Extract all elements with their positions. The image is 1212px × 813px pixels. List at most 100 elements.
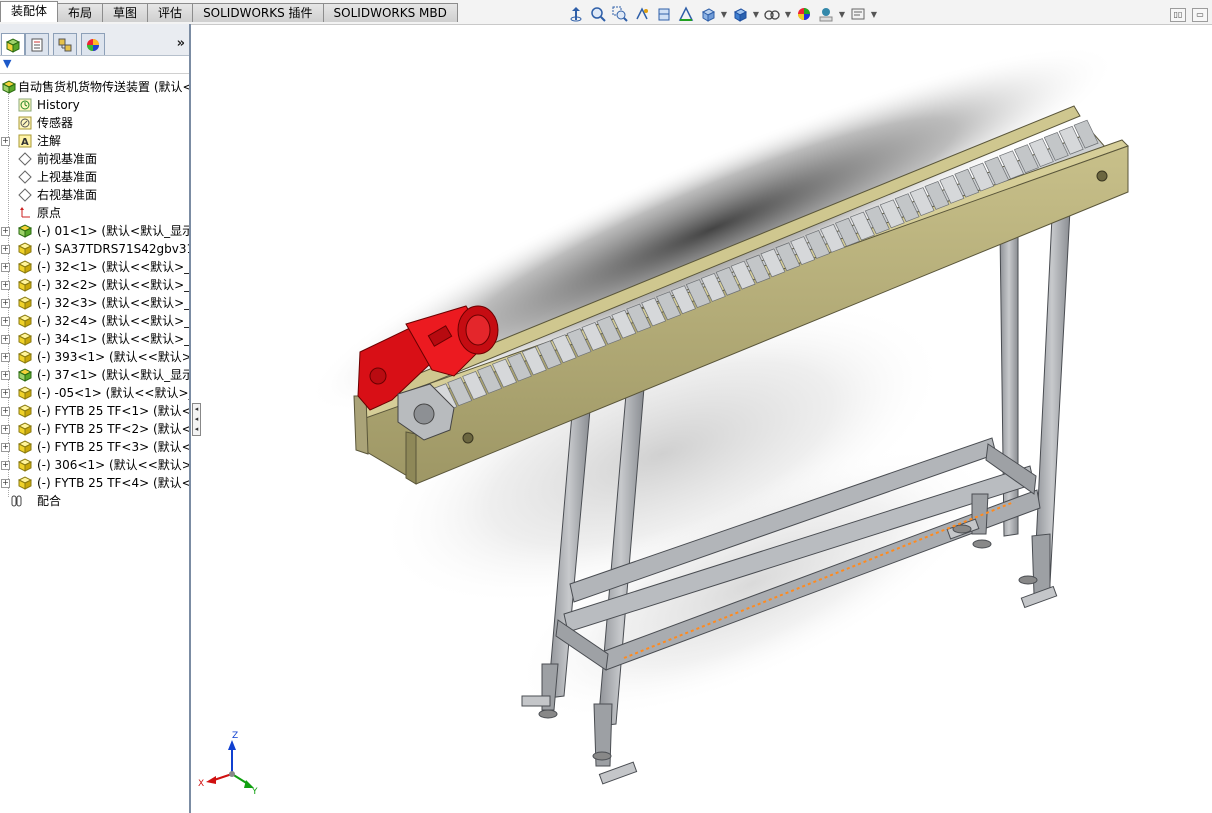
tree-item-label: (-) 32<1> (默认<<默认>_显 [37, 260, 189, 274]
chevron-down-icon[interactable]: ▼ [752, 10, 760, 19]
subassembly-icon [17, 367, 33, 383]
display-style-icon[interactable] [730, 5, 750, 23]
part-icon [17, 349, 33, 365]
part-icon [17, 313, 33, 329]
tree-item-component[interactable]: + (-) FYTB 25 TF<4> (默认<< [0, 474, 189, 492]
part-icon [17, 295, 33, 311]
hide-show-items-icon[interactable] [762, 5, 782, 23]
tree-item-history[interactable]: History [0, 96, 189, 114]
tab-solidworks-addins[interactable]: SOLIDWORKS 插件 [192, 3, 324, 22]
tree-item-component[interactable]: + (-) 306<1> (默认<<默认>_显 [0, 456, 189, 474]
tree-item-component[interactable]: + (-) 393<1> (默认<<默认>_显 [0, 348, 189, 366]
tree-item-front-plane[interactable]: 前视基准面 [0, 150, 189, 168]
view-orientation-dropdown-icon[interactable] [698, 5, 718, 23]
tree-item-component[interactable]: + (-) 32<4> (默认<<默认>_显 [0, 312, 189, 330]
tree-item-component[interactable]: + (-) SA37TDRS71S42gbv31c [0, 240, 189, 258]
graphics-area[interactable]: Z X Y [192, 24, 1212, 813]
edit-appearance-icon[interactable] [794, 5, 814, 23]
expand-tabs-icon[interactable]: » [177, 36, 185, 51]
expand-toggle-icon[interactable]: + [1, 335, 10, 344]
tree-item-label: (-) 393<1> (默认<<默认>_显 [37, 350, 189, 364]
svg-text:A: A [21, 137, 29, 148]
expand-toggle-icon[interactable]: + [1, 353, 10, 362]
display-manager-tab-icon[interactable] [81, 33, 105, 55]
tree-item-component[interactable]: + (-) FYTB 25 TF<2> (默认<< [0, 420, 189, 438]
expand-toggle-icon[interactable]: + [1, 137, 10, 146]
expand-toggle-icon[interactable]: + [1, 425, 10, 434]
view-orientation-icon[interactable] [566, 5, 586, 23]
restore-window-icon[interactable]: ▯▯ [1170, 8, 1186, 22]
view-settings-icon[interactable] [848, 5, 868, 23]
chevron-down-icon[interactable]: ▼ [870, 10, 878, 19]
tree-item-component[interactable]: + (-) 32<3> (默认<<默认>_显 [0, 294, 189, 312]
tree-item-mates[interactable]: 配合 [0, 492, 189, 510]
plane-icon [17, 169, 33, 185]
tab-evaluate[interactable]: 评估 [147, 3, 194, 22]
tree-item-top-plane[interactable]: 上视基准面 [0, 168, 189, 186]
maximize-window-icon[interactable]: ▭ [1192, 8, 1208, 22]
tree-item-component[interactable]: + (-) FYTB 25 TF<3> (默认<< [0, 438, 189, 456]
expand-toggle-icon[interactable]: + [1, 407, 10, 416]
tree-item-component[interactable]: + (-) 37<1> (默认<默认_显示状 [0, 366, 189, 384]
expand-toggle-icon[interactable]: + [1, 227, 10, 236]
tree-item-label: 原点 [37, 206, 62, 220]
tab-layout[interactable]: 布局 [57, 3, 104, 22]
tree-item-component[interactable]: + (-) 32<1> (默认<<默认>_显 [0, 258, 189, 276]
expand-toggle-icon[interactable]: + [1, 281, 10, 290]
tree-item-component[interactable]: + (-) FYTB 25 TF<1> (默认<< [0, 402, 189, 420]
expand-toggle-icon[interactable]: + [1, 443, 10, 452]
property-manager-tab-icon[interactable] [25, 33, 49, 55]
tab-solidworks-mbd[interactable]: SOLIDWORKS MBD [322, 3, 458, 22]
filter-icon[interactable]: ▼ [3, 57, 11, 70]
tree-item-component[interactable]: + (-) 32<2> (默认<<默认>_显 [0, 276, 189, 294]
tree-item-component[interactable]: + (-) -05<1> (默认<<默认>_显 [0, 384, 189, 402]
tab-sketch[interactable]: 草图 [102, 3, 149, 22]
tree-item-label: (-) 37<1> (默认<默认_显示状 [37, 368, 189, 382]
tree-root-assembly[interactable]: 自动售货机货物传送装置 (默认< [0, 78, 189, 96]
tree-item-annotations[interactable]: + A 注解 [0, 132, 189, 150]
expand-toggle-icon[interactable]: + [1, 461, 10, 470]
part-icon [17, 277, 33, 293]
expand-toggle-icon[interactable]: + [1, 245, 10, 254]
tab-assembly[interactable]: 装配体 [0, 1, 59, 22]
tree-item-component[interactable]: + (-) 34<1> (默认<<默认>_显 [0, 330, 189, 348]
annotation-icon: A [17, 133, 33, 149]
part-icon [17, 331, 33, 347]
feature-manager-tab-icon[interactable] [1, 33, 25, 55]
zoom-to-fit-icon[interactable] [588, 5, 608, 23]
tree-filter-row[interactable]: ▼ [0, 56, 189, 74]
tree-item-label: (-) FYTB 25 TF<1> (默认<< [37, 404, 189, 418]
expand-toggle-icon[interactable]: + [1, 371, 10, 380]
sensor-icon [17, 115, 33, 131]
tree-item-label: 右视基准面 [37, 188, 98, 202]
previous-view-icon[interactable] [632, 5, 652, 23]
tree-item-origin[interactable]: 原点 [0, 204, 189, 222]
expand-toggle-icon[interactable]: + [1, 263, 10, 272]
tree-item-sensors[interactable]: 传感器 [0, 114, 189, 132]
part-icon [17, 259, 33, 275]
chevron-down-icon[interactable]: ▼ [784, 10, 792, 19]
expand-toggle-icon[interactable]: + [1, 389, 10, 398]
expand-toggle-icon[interactable]: + [1, 317, 10, 326]
zoom-to-area-icon[interactable] [610, 5, 630, 23]
tree-item-label: (-) FYTB 25 TF<4> (默认<< [37, 476, 189, 490]
model-canvas: Z X Y [198, 45, 1129, 797]
configuration-manager-tab-icon[interactable] [53, 33, 77, 55]
chevron-down-icon[interactable]: ▼ [720, 10, 728, 19]
manager-tabs: » [0, 24, 189, 56]
section-view-icon[interactable] [654, 5, 674, 23]
tree-item-label: (-) SA37TDRS71S42gbv31c [37, 242, 189, 256]
tree-item-label: History [37, 98, 80, 112]
feature-manager-panel: » ▼ 自动售货机货物传送装置 (默认< History 传感器 + A 注解 … [0, 24, 191, 813]
tree-item-right-plane[interactable]: 右视基准面 [0, 186, 189, 204]
chevron-down-icon[interactable]: ▼ [838, 10, 846, 19]
tree-item-label: 传感器 [37, 116, 74, 130]
tree-item-label: (-) 306<1> (默认<<默认>_显 [37, 458, 189, 472]
dynamic-annotation-icon[interactable] [676, 5, 696, 23]
tree-root-label: 自动售货机货物传送装置 (默认< [18, 80, 189, 94]
expand-toggle-icon[interactable]: + [1, 479, 10, 488]
apply-scene-icon[interactable] [816, 5, 836, 23]
tree-item-component[interactable]: + (-) 01<1> (默认<默认_显示状 [0, 222, 189, 240]
tree-item-label: (-) 32<2> (默认<<默认>_显 [37, 278, 189, 292]
expand-toggle-icon[interactable]: + [1, 299, 10, 308]
